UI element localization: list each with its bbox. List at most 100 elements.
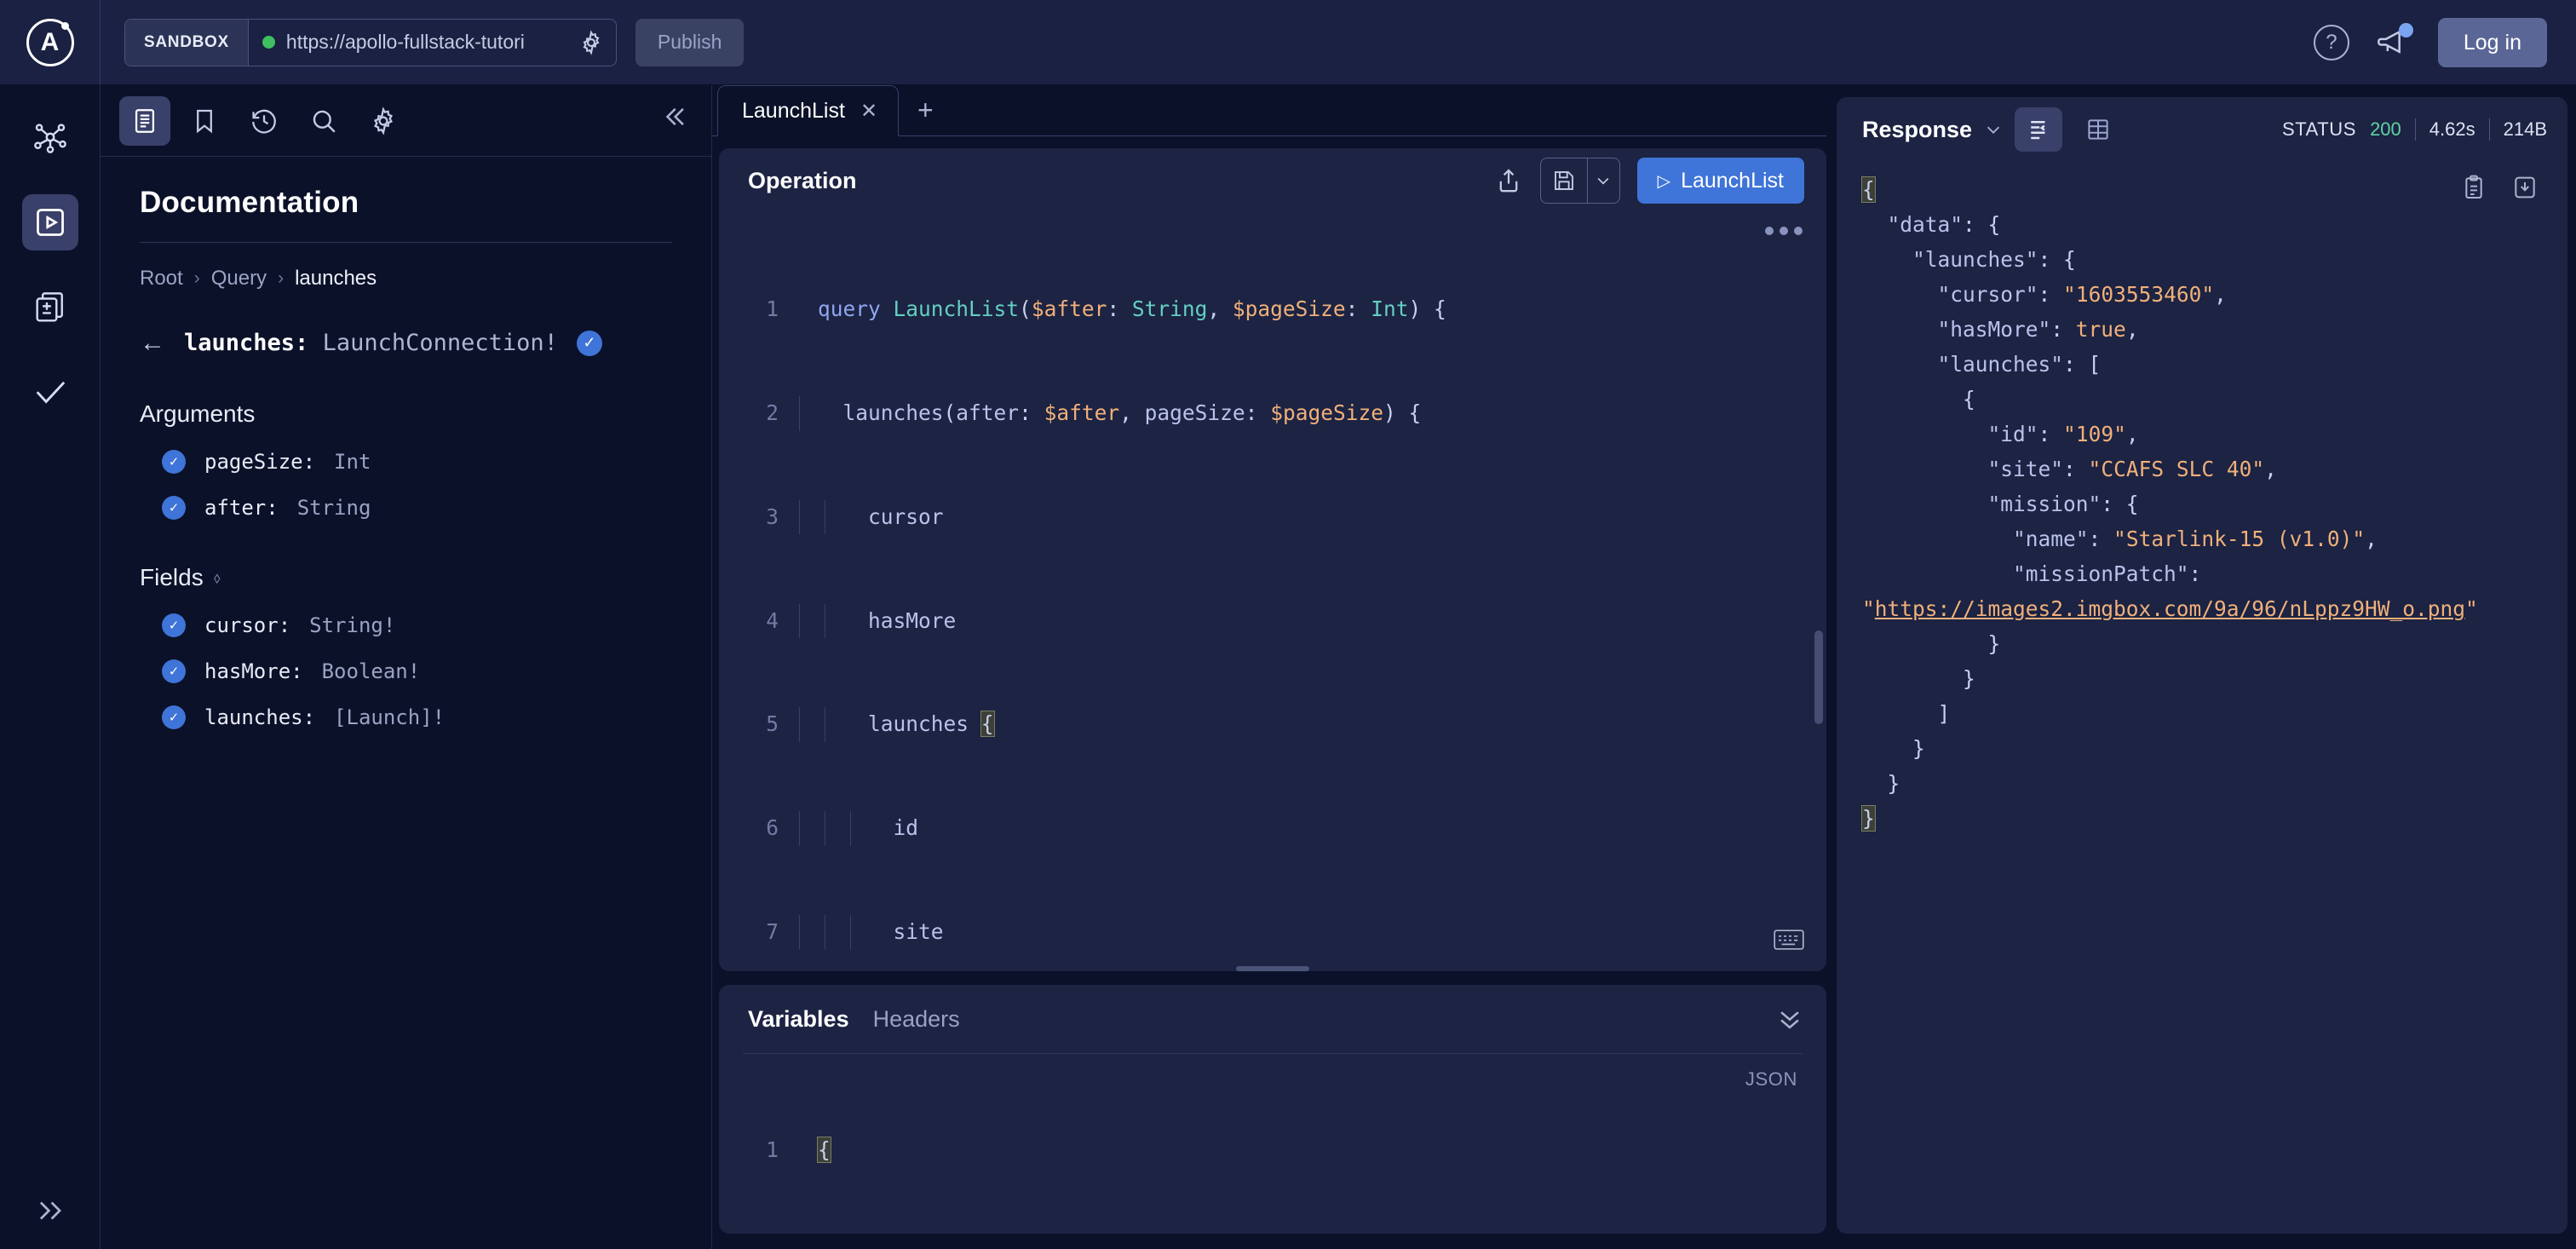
operation-actions: ▷ LaunchList: [1494, 158, 1804, 204]
response-json[interactable]: { "data": { "launches": { "cursor": "160…: [1837, 162, 2567, 836]
bookmark-icon[interactable]: [179, 96, 230, 146]
editor-resize-handle[interactable]: [719, 966, 1826, 971]
field-row-name: launches:: [204, 705, 316, 729]
field-row-name: cursor:: [204, 613, 291, 637]
settings-gear-icon[interactable]: [358, 96, 409, 146]
endpoint-url-field[interactable]: https://apollo-fullstack-tutori: [249, 20, 616, 66]
save-operation-split-button: [1539, 158, 1620, 204]
sort-icon[interactable]: ⬨: [214, 569, 221, 587]
line-number: 5: [766, 711, 779, 737]
divider: [140, 242, 672, 243]
documentation-body: Documentation Root › Query › launches ← …: [101, 157, 711, 729]
breadcrumb-item-root[interactable]: Root: [140, 267, 183, 291]
response-panel: Response STATUS 200 4.62s 214B {"data":…: [1826, 85, 2576, 1249]
argument-row[interactable]: ✓ after: String: [162, 496, 672, 520]
argument-name: pageSize:: [204, 450, 316, 474]
rail-expand-button[interactable]: [0, 1198, 101, 1223]
checkmark-icon[interactable]: ✓: [162, 705, 186, 729]
fields-heading-label: Fields: [140, 564, 204, 590]
left-rail: [0, 85, 101, 1249]
response-launch-id: 109: [2075, 422, 2114, 446]
gear-icon[interactable]: [578, 29, 604, 55]
documentation-toolbar: [101, 85, 711, 157]
status-label: STATUS: [2281, 118, 2357, 140]
line-number: 6: [766, 815, 779, 841]
arguments-heading: Arguments: [140, 400, 672, 428]
tab-headers[interactable]: Headers: [873, 1006, 960, 1033]
line-number: 2: [766, 400, 779, 425]
app-root: A SANDBOX https://apollo-fullstack-tutor…: [0, 0, 2576, 1249]
json-view-icon[interactable]: [2015, 107, 2063, 152]
changelog-copy-icon[interactable]: [22, 279, 78, 336]
response-card: Response STATUS 200 4.62s 214B {"data":…: [1837, 97, 2567, 1234]
field-type: LaunchConnection!: [322, 330, 558, 356]
variables-code[interactable]: 1{ 2 "pageSize": 1, 3 "after": 2 4}: [719, 1053, 1826, 1234]
search-icon[interactable]: [298, 96, 349, 146]
tab-variables[interactable]: Variables: [748, 1006, 849, 1033]
argument-type: Int: [334, 450, 371, 474]
share-icon[interactable]: [1494, 166, 1523, 195]
response-hasmore: true: [2075, 317, 2126, 342]
breadcrumb-item-launches[interactable]: launches: [295, 267, 377, 291]
notification-badge: [2398, 23, 2413, 37]
field-row[interactable]: ✓ launches: [Launch]!: [162, 705, 672, 729]
table-view-icon[interactable]: [2074, 107, 2122, 152]
divider: [2488, 118, 2490, 141]
chevron-double-down-icon[interactable]: [1775, 1004, 1804, 1033]
argument-row[interactable]: ✓ pageSize: Int: [162, 450, 672, 474]
response-size: 214B: [2503, 118, 2547, 140]
response-body[interactable]: { "data": { "launches": { "cursor": "160…: [1837, 162, 2567, 1234]
sandbox-badge: SANDBOX: [125, 19, 249, 66]
megaphone-icon[interactable]: [2375, 23, 2413, 60]
response-mission-name: Starlink-15 (v1.0): [2125, 527, 2353, 551]
explorer-play-icon[interactable]: [21, 194, 78, 250]
response-title: Response: [1862, 116, 1973, 142]
documentation-icon[interactable]: [119, 95, 170, 146]
field-selected-check-icon[interactable]: ✓: [576, 330, 602, 356]
publish-button[interactable]: Publish: [635, 18, 745, 66]
response-cursor: 1603553460: [2075, 282, 2202, 307]
chevron-down-icon[interactable]: [1984, 120, 2003, 139]
documentation-panel: Documentation Root › Query › launches ← …: [101, 85, 712, 1249]
checkmark-icon[interactable]: ✓: [162, 659, 186, 683]
apollo-logo[interactable]: A: [0, 0, 101, 85]
field-row[interactable]: ✓ cursor: String!: [162, 613, 672, 637]
run-operation-button[interactable]: ▷ LaunchList: [1636, 158, 1804, 204]
operation-code[interactable]: 1 query LaunchList($after: String, $pageS…: [719, 213, 1826, 966]
line-number: 1: [766, 296, 779, 322]
response-mission-patch-link[interactable]: https://images2.imgbox.com/9a/96/nLppz9H…: [1875, 596, 2465, 621]
chevron-down-icon[interactable]: [1586, 158, 1619, 203]
endpoint-url-text[interactable]: https://apollo-fullstack-tutori: [286, 31, 567, 54]
checks-checkmark-icon[interactable]: [22, 365, 78, 421]
variables-header: Variables Headers: [719, 985, 1826, 1053]
sandbox-badge-label: SANDBOX: [144, 32, 229, 51]
variables-card: Variables Headers JSON 1{ 2: [719, 985, 1826, 1234]
breadcrumb-item-query[interactable]: Query: [211, 267, 267, 291]
keyboard-icon[interactable]: [1774, 929, 1804, 951]
top-bar-actions: ? Log in: [2313, 0, 2547, 85]
endpoint-bar: SANDBOX https://apollo-fullstack-tutori: [124, 18, 617, 66]
field-header: ← launches: LaunchConnection! ✓: [140, 330, 672, 356]
login-button[interactable]: Log in: [2437, 18, 2547, 67]
field-row-type: Boolean!: [321, 659, 421, 683]
more-dots-icon[interactable]: [1765, 227, 1803, 235]
operation-scrollbar[interactable]: [1814, 630, 1823, 724]
save-icon[interactable]: [1541, 158, 1587, 203]
checkmark-icon[interactable]: ✓: [162, 496, 186, 520]
schema-graph-icon[interactable]: [22, 109, 78, 165]
field-row[interactable]: ✓ hasMore: Boolean!: [162, 659, 672, 683]
history-icon[interactable]: [239, 96, 290, 146]
play-icon: ▷: [1657, 171, 1671, 191]
variables-editor[interactable]: JSON 1{ 2 "pageSize": 1, 3 "after": 2 4}: [719, 1053, 1826, 1234]
checkmark-icon[interactable]: ✓: [162, 450, 186, 474]
checkmark-icon[interactable]: ✓: [162, 613, 186, 637]
help-circle-icon[interactable]: ?: [2313, 25, 2349, 60]
plus-icon[interactable]: +: [917, 95, 934, 136]
operation-editor[interactable]: 1 query LaunchList($after: String, $pageS…: [719, 213, 1826, 966]
arrow-left-icon[interactable]: ←: [140, 330, 165, 356]
close-icon[interactable]: ✕: [860, 99, 877, 124]
field-name: launches:: [184, 330, 309, 356]
operation-tab-launchlist[interactable]: LaunchList ✕: [717, 85, 900, 136]
chevron-double-left-icon[interactable]: [660, 102, 689, 131]
operation-column: LaunchList ✕ + Operation ▷ LaunchList 1 …: [712, 85, 1826, 1249]
